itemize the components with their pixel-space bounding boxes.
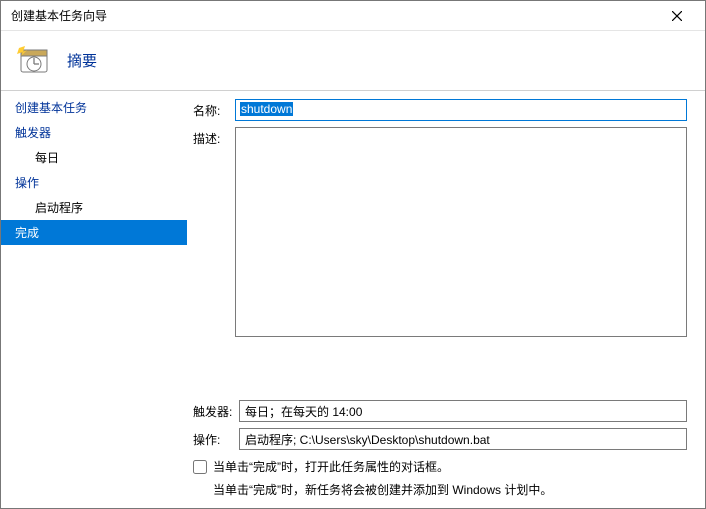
- action-field[interactable]: 启动程序; C:\Users\sky\Desktop\shutdown.bat: [239, 428, 687, 450]
- sidebar-item-action[interactable]: 操作: [1, 170, 187, 195]
- close-icon: [672, 11, 682, 21]
- page-title: 摘要: [67, 50, 97, 71]
- sidebar-item-finish[interactable]: 完成: [1, 220, 187, 245]
- trigger-label: 触发器:: [193, 400, 239, 420]
- open-properties-label: 当单击“完成”时，打开此任务属性的对话框。: [213, 458, 449, 475]
- wizard-window: 创建基本任务向导 摘要 创建基本任务 触发器 每日 操作: [0, 0, 706, 509]
- open-properties-checkbox[interactable]: [193, 460, 207, 474]
- open-props-row: 当单击“完成”时，打开此任务属性的对话框。: [193, 458, 687, 475]
- titlebar: 创建基本任务向导: [1, 1, 705, 31]
- description-input[interactable]: [235, 127, 687, 337]
- info-text: 当单击“完成”时，新任务将会被创建并添加到 Windows 计划中。: [193, 479, 687, 500]
- window-title: 创建基本任务向导: [11, 7, 657, 24]
- sidebar: 创建基本任务 触发器 每日 操作 启动程序 完成: [1, 91, 187, 508]
- wizard-icon: [17, 44, 51, 78]
- trigger-field[interactable]: 每日；在每天的 14:00: [239, 400, 687, 422]
- body: 创建基本任务 触发器 每日 操作 启动程序 完成 名称: shutdown 描述…: [1, 91, 705, 508]
- content: 名称: shutdown 描述: 触发器: 每日；在每天的 14:00 操作: …: [187, 91, 705, 508]
- close-button[interactable]: [657, 2, 697, 30]
- header: 摘要: [1, 31, 705, 91]
- row-name: 名称: shutdown: [193, 99, 687, 121]
- name-value: shutdown: [240, 102, 293, 116]
- sidebar-item-start-program[interactable]: 启动程序: [1, 195, 187, 220]
- row-action: 操作: 启动程序; C:\Users\sky\Desktop\shutdown.…: [193, 428, 687, 450]
- sidebar-item-create-task[interactable]: 创建基本任务: [1, 95, 187, 120]
- row-trigger: 触发器: 每日；在每天的 14:00: [193, 400, 687, 422]
- description-label: 描述:: [193, 127, 235, 147]
- name-label: 名称:: [193, 99, 235, 119]
- action-label: 操作:: [193, 428, 239, 448]
- sidebar-item-daily[interactable]: 每日: [1, 145, 187, 170]
- name-input[interactable]: shutdown: [235, 99, 687, 121]
- sidebar-item-trigger[interactable]: 触发器: [1, 120, 187, 145]
- row-description: 描述:: [193, 127, 687, 337]
- summary-block: 触发器: 每日；在每天的 14:00 操作: 启动程序; C:\Users\sk…: [193, 400, 687, 500]
